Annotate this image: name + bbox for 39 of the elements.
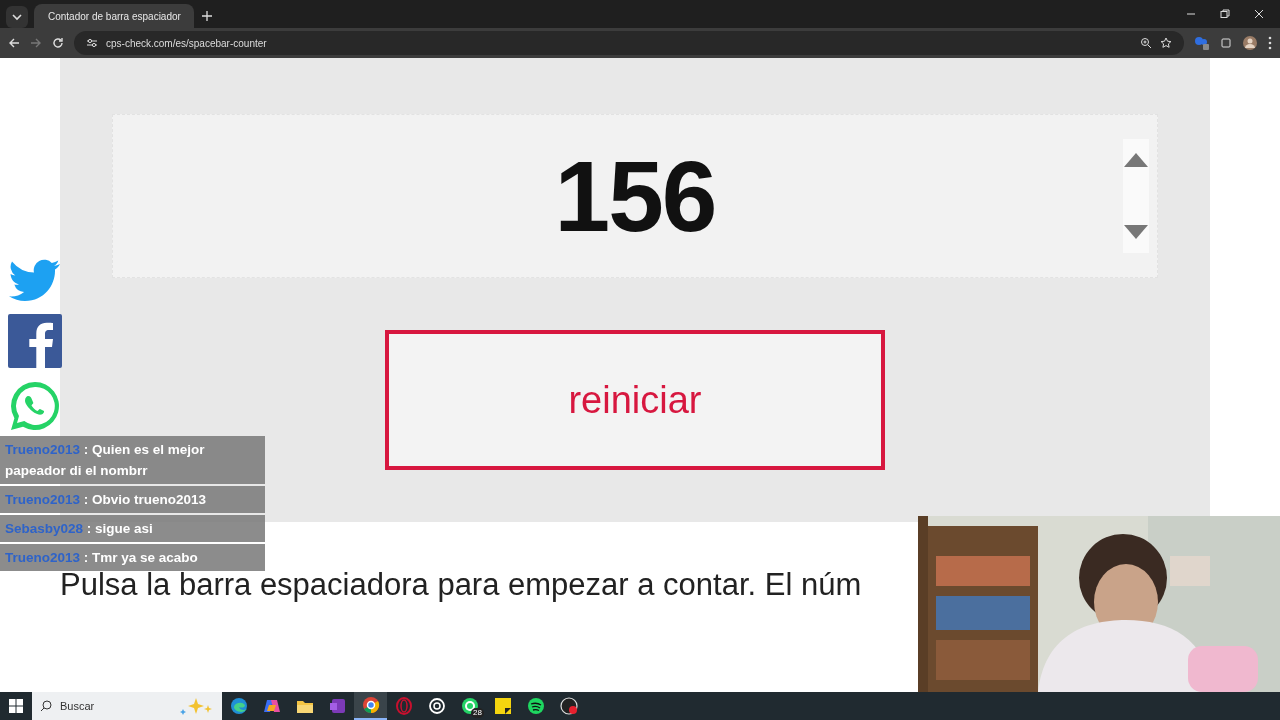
taskbar-app-button[interactable] xyxy=(354,692,387,720)
ring-icon xyxy=(394,697,413,715)
record-icon xyxy=(559,697,578,715)
copilot-icon xyxy=(262,697,281,715)
address-bar[interactable]: cps-check.com/es/spacebar-counter xyxy=(74,31,1184,55)
edge-icon xyxy=(229,697,248,715)
extension-icon[interactable] xyxy=(1194,36,1210,50)
sparkle-icon xyxy=(178,697,214,715)
profile-avatar-icon[interactable] xyxy=(1242,35,1258,51)
bird-icon[interactable] xyxy=(8,258,62,302)
music-icon xyxy=(526,697,545,715)
browser-tab[interactable]: Contador de barra espaciador xyxy=(34,4,194,28)
site-settings-icon[interactable] xyxy=(86,37,98,49)
zoom-icon[interactable] xyxy=(1140,37,1152,49)
star-icon[interactable] xyxy=(1160,37,1172,49)
sticky-note-icon xyxy=(493,697,512,715)
search-field[interactable]: Buscar xyxy=(32,692,222,720)
close-icon[interactable] xyxy=(1254,9,1264,19)
restore-icon[interactable] xyxy=(1220,9,1230,19)
increment-arrow-icon[interactable] xyxy=(1124,153,1148,167)
reset-button[interactable]: reiniciar xyxy=(385,330,885,470)
notebook-icon xyxy=(328,697,347,715)
forward-icon xyxy=(30,37,42,49)
reload-icon[interactable] xyxy=(52,37,64,49)
tab-list-icon[interactable] xyxy=(6,6,28,28)
decrement-arrow-icon[interactable] xyxy=(1124,225,1148,239)
facebook-icon[interactable] xyxy=(8,314,62,368)
chat-message: Trueno2013 : Tmr ya se acabo xyxy=(0,544,265,571)
chat-message: Trueno2013 : Quien es el mejor papeador di el nombrr xyxy=(0,436,265,484)
windows-start-icon[interactable] xyxy=(9,699,23,713)
more-icon[interactable] xyxy=(1268,36,1272,50)
count-badge: 28 xyxy=(471,708,484,718)
counter-value: 156 xyxy=(554,139,716,254)
chat-message: Sebasby028 : sigue asi xyxy=(0,515,265,542)
taskbar-app-button[interactable]: 28 xyxy=(453,692,486,720)
search-icon xyxy=(40,700,52,712)
back-icon[interactable] xyxy=(8,37,20,49)
browser-icon xyxy=(361,696,380,714)
chat-message: Trueno2013 : Obvio trueno2013 xyxy=(0,486,265,513)
